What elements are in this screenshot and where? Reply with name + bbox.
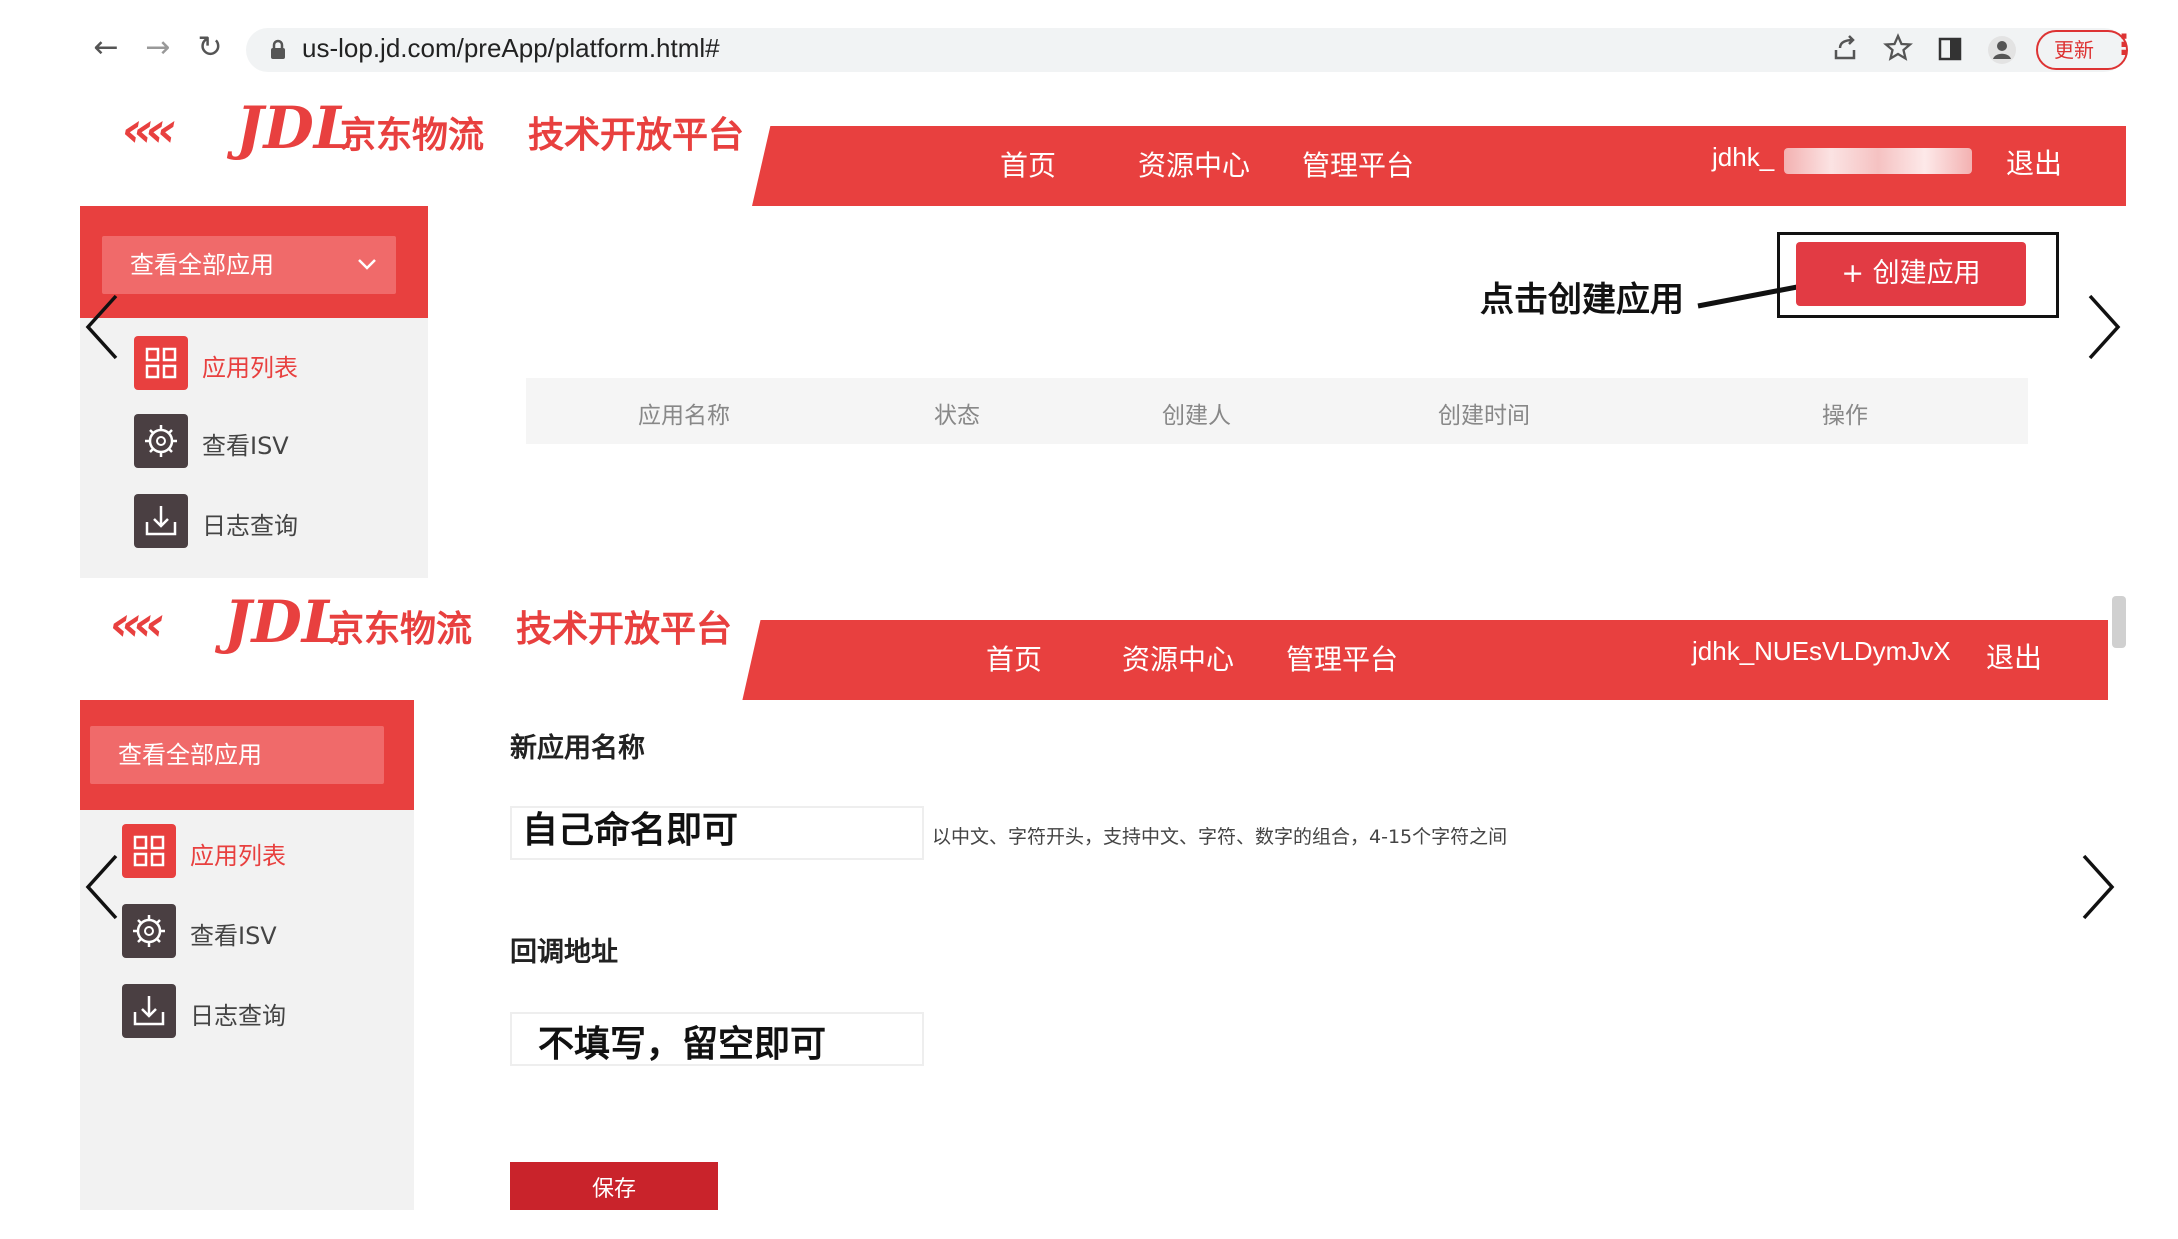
sidebar-item-label: 查看ISV <box>202 432 289 460</box>
nav-home[interactable]: 首页 <box>1000 144 1056 184</box>
chevron-down-icon <box>358 259 376 270</box>
download-tray-icon <box>122 984 176 1038</box>
column-header: 操作 <box>1822 403 1868 429</box>
annotation-text: 点击创建应用 <box>1480 280 1684 320</box>
save-button[interactable]: 保存 <box>510 1162 718 1210</box>
gear-icon <box>122 904 176 958</box>
browser-toolbar: ← → ↻ us-lop.jd.com/preApp/platform.html… <box>0 0 2178 84</box>
username: jdhk_ <box>1712 142 1775 172</box>
download-tray-icon <box>134 494 188 548</box>
reload-icon[interactable]: ↻ <box>190 28 230 68</box>
star-icon[interactable] <box>1878 28 1918 68</box>
logout-link[interactable]: 退出 <box>2006 142 2062 182</box>
callback-url-input[interactable]: 不填写，留空即可 <box>510 1012 924 1066</box>
column-header: 应用名称 <box>638 403 730 429</box>
select-all-apps[interactable]: 查看全部应用 <box>102 236 396 294</box>
callback-url-label: 回调地址 <box>510 937 618 968</box>
menu-icon[interactable]: ⋮ <box>2110 28 2138 61</box>
chevron-right-icon[interactable] <box>2086 292 2122 362</box>
nav-home[interactable]: 首页 <box>986 638 1042 678</box>
select-all-label: 查看全部应用 <box>118 741 262 769</box>
sidebar-panel-icon[interactable] <box>1930 30 1970 70</box>
create-app-form-screenshot: ‹‹‹‹ JDL 京东物流 技术开放平台 首页 资源中心 管理平台 jdhk_N… <box>80 578 2126 1210</box>
site-header: ‹‹‹‹ JDL 京东物流 技术开放平台 首页 资源中心 管理平台 jdhk_ … <box>80 84 2126 206</box>
logo: ‹‹‹‹ JDL 京东物流 技术开放平台 <box>80 578 770 700</box>
sidebar-item-label: 日志查询 <box>202 512 298 540</box>
app-list-screenshot: ‹‹‹‹ JDL 京东物流 技术开放平台 首页 资源中心 管理平台 jdhk_ … <box>80 84 2126 578</box>
nav-manage[interactable]: 管理平台 <box>1302 144 1414 184</box>
sidebar-item-label: 应用列表 <box>202 354 298 382</box>
nav-resources[interactable]: 资源中心 <box>1122 638 1234 678</box>
site-header: ‹‹‹‹ JDL 京东物流 技术开放平台 首页 资源中心 管理平台 jdhk_N… <box>80 578 2108 700</box>
back-icon[interactable]: ← <box>86 28 126 68</box>
column-header: 创建时间 <box>1438 403 1530 429</box>
logout-link[interactable]: 退出 <box>1986 636 2042 676</box>
grid-icon <box>122 824 176 878</box>
forward-icon[interactable]: → <box>138 28 178 68</box>
username: jdhk_NUEsVLDymJvX <box>1692 636 1951 666</box>
chevron-left-icon[interactable] <box>84 852 120 922</box>
gear-icon <box>134 414 188 468</box>
select-all-apps[interactable]: 查看全部应用 <box>90 726 384 784</box>
address-bar[interactable]: us-lop.jd.com/preApp/platform.html# <box>246 28 2126 72</box>
logo: ‹‹‹‹ JDL 京东物流 技术开放平台 <box>80 84 780 206</box>
chevron-left-icon[interactable] <box>84 292 120 362</box>
scrollbar-thumb[interactable] <box>2112 596 2126 648</box>
platform-name: 技术开放平台 <box>528 115 745 156</box>
app-name-label: 新应用名称 <box>510 733 645 764</box>
sidebar-item-label: 应用列表 <box>190 842 286 870</box>
logo-chevrons: ‹‹‹‹ <box>110 596 165 652</box>
lock-icon <box>271 39 285 59</box>
sidebar-item-label: 查看ISV <box>190 922 277 950</box>
share-icon[interactable] <box>1826 28 1866 68</box>
logo-jdl: JDL <box>224 588 343 656</box>
logo-jdl: JDL <box>236 94 355 162</box>
sidebar-item-label: 日志查询 <box>190 1002 286 1030</box>
select-all-label: 查看全部应用 <box>130 251 274 279</box>
sidebar: 查看全部应用 应用列表 查看ISV 日志查询 <box>80 700 414 1210</box>
app-name-input[interactable]: 自己命名即可 <box>510 806 924 860</box>
nav-resources[interactable]: 资源中心 <box>1138 144 1250 184</box>
column-header: 状态 <box>934 403 980 429</box>
logo-text: 京东物流 <box>328 609 473 650</box>
logo-text: 京东物流 <box>340 115 485 156</box>
column-header: 创建人 <box>1162 403 1231 429</box>
app-name-hint: 以中文、字符开头，支持中文、字符、数字的组合，4-15个字符之间 <box>932 826 1508 848</box>
url-text: us-lop.jd.com/preApp/platform.html# <box>302 33 720 63</box>
redacted-username <box>1784 148 1972 174</box>
logo-chevrons: ‹‹‹‹ <box>122 102 177 158</box>
sidebar: 查看全部应用 应用列表 查看ISV 日志查询 <box>80 206 428 578</box>
grid-icon <box>134 336 188 390</box>
create-app-button[interactable]: + 创建应用 <box>1796 242 2026 306</box>
platform-name: 技术开放平台 <box>516 609 733 650</box>
nav-manage[interactable]: 管理平台 <box>1286 638 1398 678</box>
profile-icon[interactable] <box>1982 30 2022 70</box>
chevron-right-icon[interactable] <box>2080 852 2116 922</box>
app-table-header: 应用名称 状态 创建人 创建时间 操作 <box>526 378 2028 444</box>
